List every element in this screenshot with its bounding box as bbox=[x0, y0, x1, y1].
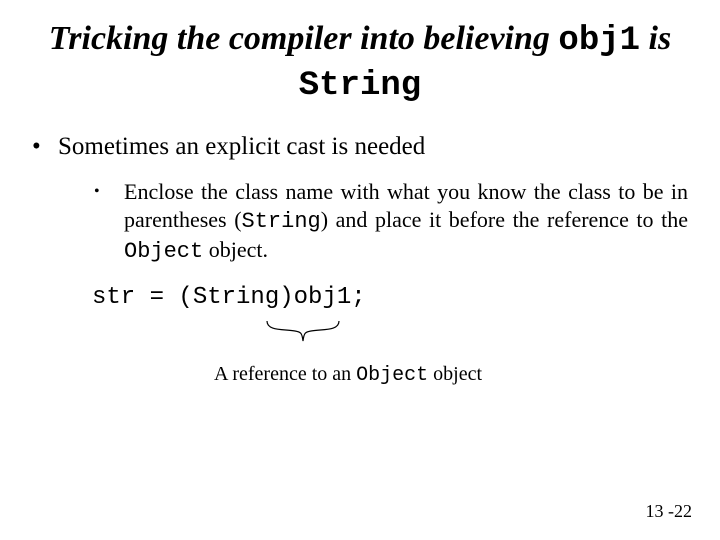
brace-annotation: A reference to an Object object bbox=[214, 361, 688, 389]
bullet-dot-icon: • bbox=[32, 131, 58, 164]
bullet-level-2: • Enclose the class name with what you k… bbox=[32, 178, 688, 266]
slide-body: • Sometimes an explicit cast is needed •… bbox=[32, 131, 688, 389]
page-number: 13 -22 bbox=[646, 501, 693, 522]
sub1-text-c: object. bbox=[203, 237, 268, 262]
title-code-2: String bbox=[299, 67, 421, 105]
annotation-text-b: object bbox=[428, 363, 482, 385]
bullet-dot-icon: • bbox=[94, 178, 124, 266]
curly-brace-callout bbox=[92, 319, 688, 349]
title-part-1: Tricking the compiler into believing bbox=[49, 20, 559, 57]
sub1-text-b: ) and place it before the reference to t… bbox=[321, 207, 688, 232]
title-part-mid: is bbox=[640, 20, 671, 57]
slide: Tricking the compiler into believing obj… bbox=[0, 0, 720, 540]
bullet-level-1: • Sometimes an explicit cast is needed bbox=[32, 131, 688, 164]
curly-brace-icon bbox=[265, 319, 341, 347]
sub1-code-2: Object bbox=[124, 239, 203, 264]
bullet-level-2-text: Enclose the class name with what you kno… bbox=[124, 178, 688, 266]
sub1-code-1: String bbox=[242, 209, 321, 234]
annotation-code: Object bbox=[356, 364, 428, 387]
bullet-level-1-text: Sometimes an explicit cast is needed bbox=[58, 131, 425, 164]
title-code-1: obj1 bbox=[558, 22, 640, 60]
annotation-text-a: A reference to an bbox=[214, 363, 356, 385]
code-example: str = (String)obj1; bbox=[92, 282, 688, 313]
slide-title: Tricking the compiler into believing obj… bbox=[32, 18, 688, 107]
